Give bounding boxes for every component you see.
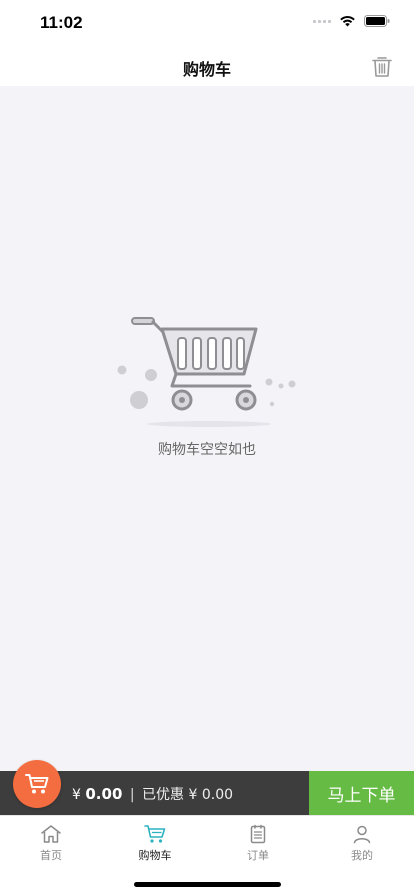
cart-icon (25, 774, 49, 794)
tab-orders-label: 订单 (247, 849, 269, 862)
nav-bar: 购物车 (0, 44, 414, 86)
tab-orders[interactable]: 订单 (218, 824, 298, 863)
trash-icon (372, 57, 392, 77)
discount-label: 已优惠 (142, 787, 185, 803)
discount-currency: ¥ (188, 787, 198, 803)
total-price: 0.00 (85, 785, 123, 803)
place-order-button[interactable]: 马上下单 (309, 771, 414, 815)
discount-value: 0.00 (201, 787, 234, 803)
page-title: 购物车 (182, 60, 231, 79)
cart-fab-button[interactable] (13, 760, 61, 808)
empty-cart-illustration (117, 317, 296, 427)
currency-symbol: ¥ (72, 787, 81, 803)
delete-button[interactable] (370, 54, 394, 78)
empty-cart-message: 购物车空空如也 (158, 442, 256, 458)
tab-profile[interactable]: 我的 (322, 824, 402, 863)
battery-icon (364, 15, 390, 27)
signal-icon (313, 19, 331, 23)
tab-cart[interactable]: 购物车 (115, 824, 195, 863)
wifi-icon (340, 16, 355, 27)
tab-cart-label: 购物车 (138, 849, 172, 862)
home-icon (41, 825, 61, 843)
separator: | (129, 787, 135, 803)
status-icons (313, 15, 390, 27)
tab-home[interactable]: 首页 (11, 824, 91, 863)
cart-content: 购物车空空如也 (0, 86, 414, 771)
home-indicator (134, 882, 281, 887)
cart-icon (144, 825, 166, 843)
total-summary: ¥ 0.00 | 已优惠 ¥ 0.00 (72, 784, 233, 804)
tab-home-label: 首页 (40, 849, 62, 862)
user-icon (353, 825, 371, 844)
tab-profile-label: 我的 (351, 849, 373, 862)
status-time: 11:02 (40, 13, 83, 32)
status-bar: 11:02 (0, 0, 414, 44)
clipboard-icon (250, 824, 266, 844)
checkout-bar: ¥ 0.00 | 已优惠 ¥ 0.00 马上下单 (0, 771, 414, 815)
